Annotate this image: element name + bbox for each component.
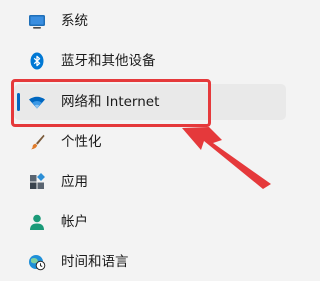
nav-item-label: 系统 — [61, 13, 88, 29]
nav-item-label: 应用 — [61, 174, 88, 190]
nav-item-apps[interactable]: 应用 — [14, 164, 286, 200]
nav-item-bluetooth[interactable]: 蓝牙和其他设备 — [14, 43, 286, 79]
annotation-highlight-box — [11, 79, 211, 127]
settings-sidebar: 系统 蓝牙和其他设备 网络和 Internet 个性化 应用 帐户 时间和语言 — [0, 0, 320, 281]
clock-globe-icon — [29, 255, 46, 271]
nav-item-system[interactable]: 系统 — [14, 3, 286, 39]
nav-item-label: 帐户 — [61, 214, 88, 230]
person-icon — [30, 214, 44, 230]
nav-item-label: 时间和语言 — [61, 254, 129, 270]
monitor-icon — [29, 15, 45, 29]
apps-icon — [30, 173, 45, 189]
bluetooth-icon — [30, 52, 44, 70]
nav-item-personalization[interactable]: 个性化 — [14, 124, 286, 160]
nav-item-label: 蓝牙和其他设备 — [61, 53, 156, 69]
nav-item-accounts[interactable]: 帐户 — [14, 204, 286, 240]
nav-item-time-language[interactable]: 时间和语言 — [14, 244, 286, 280]
paintbrush-icon — [31, 134, 45, 150]
nav-item-label: 个性化 — [61, 134, 102, 150]
